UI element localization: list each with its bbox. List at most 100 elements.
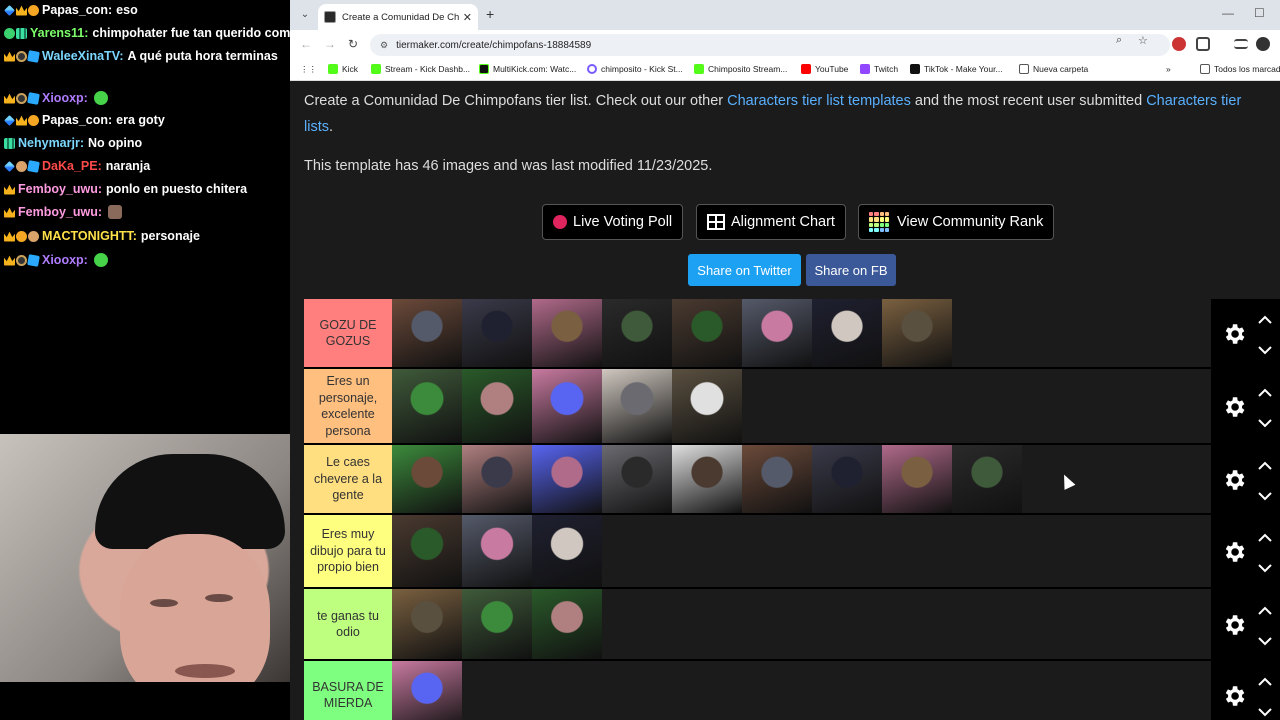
- tier-image-tile[interactable]: [602, 299, 672, 367]
- tier-label[interactable]: te ganas tu odio: [304, 589, 392, 659]
- tier-items[interactable]: [392, 661, 1210, 720]
- tier-image-tile[interactable]: [462, 369, 532, 443]
- chevron-down-icon[interactable]: [1257, 704, 1273, 717]
- tier-image-tile[interactable]: [532, 589, 602, 659]
- tier-image-tile[interactable]: [602, 369, 672, 443]
- tier-image-tile[interactable]: [812, 299, 882, 367]
- tier-image-tile[interactable]: [882, 445, 952, 513]
- profile-avatar-icon[interactable]: [1256, 37, 1270, 51]
- tier-image-tile[interactable]: [812, 445, 882, 513]
- tier-label[interactable]: GOZU DE GOZUS: [304, 299, 392, 367]
- zoom-icon[interactable]: ⌕: [1116, 34, 1122, 47]
- tier-image-tile[interactable]: [532, 445, 602, 513]
- tier-image-tile[interactable]: [952, 445, 1022, 513]
- tier-label[interactable]: Eres un personaje, excelente persona: [304, 369, 392, 443]
- tier-image-tile[interactable]: [602, 445, 672, 513]
- bookmark-youtube[interactable]: YouTube: [801, 64, 848, 74]
- tier-image-tile[interactable]: [392, 661, 462, 720]
- chat-username[interactable]: WaleeXinaTV:: [42, 49, 124, 63]
- live-voting-poll-button[interactable]: Live Voting Poll: [542, 204, 684, 240]
- bookmark-tiktok[interactable]: TikTok - Make Your...: [910, 64, 1003, 74]
- chat-username[interactable]: DaKa_PE:: [42, 159, 102, 173]
- tier-image-tile[interactable]: [742, 445, 812, 513]
- gear-icon[interactable]: [1221, 539, 1247, 565]
- apps-grid-icon[interactable]: ⋮⋮: [300, 64, 317, 75]
- tier-image-tile[interactable]: [392, 589, 462, 659]
- chat-username[interactable]: Femboy_uwu:: [18, 205, 102, 219]
- chevron-up-icon[interactable]: [1257, 530, 1273, 542]
- tier-image-tile[interactable]: [742, 299, 812, 367]
- chevron-up-icon[interactable]: [1257, 674, 1273, 686]
- back-icon[interactable]: ←: [300, 37, 312, 51]
- chat-username[interactable]: Nehymarjr:: [18, 136, 84, 150]
- chevron-up-icon[interactable]: [1257, 312, 1273, 324]
- tier-image-tile[interactable]: [392, 445, 462, 513]
- chat-username[interactable]: Papas_con:: [42, 3, 112, 17]
- chevron-up-icon[interactable]: [1257, 385, 1273, 397]
- tier-items[interactable]: [392, 369, 1210, 443]
- tier-image-tile[interactable]: [532, 515, 602, 587]
- chevron-down-icon[interactable]: [1257, 560, 1273, 573]
- tier-label[interactable]: Eres muy dibujo para tu propio bien: [304, 515, 392, 587]
- alignment-chart-button[interactable]: Alignment Chart: [696, 204, 846, 240]
- characters-templates-link[interactable]: Characters tier list templates: [727, 93, 911, 109]
- bookmark-chimposito-stream[interactable]: Chimposito Stream...: [694, 64, 787, 74]
- address-bar[interactable]: ⚙ tiermaker.com/create/chimpofans-188845…: [370, 34, 1170, 56]
- gear-icon[interactable]: [1221, 321, 1247, 347]
- tab-active[interactable]: Create a Comunidad De Chimp ✕: [318, 4, 478, 30]
- view-community-rank-button[interactable]: View Community Rank: [858, 204, 1055, 240]
- bookmarks-overflow-icon[interactable]: »: [1166, 64, 1171, 74]
- tier-image-tile[interactable]: [672, 369, 742, 443]
- bookmark-star-icon[interactable]: ☆: [1138, 34, 1148, 47]
- tier-label[interactable]: BASURA DE MIERDA: [304, 661, 392, 720]
- tier-image-tile[interactable]: [672, 299, 742, 367]
- reload-icon[interactable]: ↻: [348, 37, 358, 51]
- tab-search-icon[interactable]: ⌄: [296, 6, 314, 24]
- reading-list-icon[interactable]: [1234, 39, 1248, 49]
- tab-close-icon[interactable]: ✕: [463, 11, 472, 24]
- chevron-up-icon[interactable]: [1257, 603, 1273, 615]
- chevron-down-icon[interactable]: [1257, 633, 1273, 646]
- extension-icon[interactable]: [1172, 37, 1186, 51]
- gear-icon[interactable]: [1221, 612, 1247, 638]
- bookmark-all-folder[interactable]: Todos los marcad: [1200, 64, 1280, 74]
- tier-image-tile[interactable]: [532, 369, 602, 443]
- new-tab-icon[interactable]: +: [486, 6, 494, 22]
- tier-image-tile[interactable]: [392, 369, 462, 443]
- forward-icon[interactable]: →: [324, 37, 336, 51]
- chat-username[interactable]: MACTONIGHTT:: [42, 229, 137, 243]
- share-facebook-button[interactable]: Share on FB: [806, 254, 896, 286]
- chevron-down-icon[interactable]: [1257, 488, 1273, 501]
- gear-icon[interactable]: [1221, 683, 1247, 709]
- tier-image-tile[interactable]: [462, 589, 532, 659]
- chevron-down-icon[interactable]: [1257, 415, 1273, 428]
- maximize-icon[interactable]: ☐: [1254, 6, 1265, 20]
- bookmark-twitch[interactable]: Twitch: [860, 64, 898, 74]
- minimize-icon[interactable]: —: [1222, 6, 1234, 20]
- chat-username[interactable]: Xiooxp:: [42, 91, 88, 105]
- tier-image-tile[interactable]: [532, 299, 602, 367]
- tier-items[interactable]: [392, 515, 1210, 587]
- site-info-icon[interactable]: ⚙: [380, 40, 388, 51]
- gear-icon[interactable]: [1221, 467, 1247, 493]
- tier-image-tile[interactable]: [672, 445, 742, 513]
- extensions-puzzle-icon[interactable]: [1196, 37, 1210, 51]
- bookmark-stream-dashboard[interactable]: Stream - Kick Dashb...: [371, 64, 470, 74]
- tier-label[interactable]: Le caes chevere a la gente: [304, 445, 392, 513]
- chat-username[interactable]: Xiooxp:: [42, 253, 88, 267]
- share-twitter-button[interactable]: Share on Twitter: [688, 254, 801, 286]
- tier-image-tile[interactable]: [462, 515, 532, 587]
- bookmark-multikick[interactable]: MultiKick.com: Watc...: [479, 64, 576, 74]
- chat-username[interactable]: Papas_con:: [42, 113, 112, 127]
- tier-items[interactable]: [392, 589, 1210, 659]
- chat-username[interactable]: Femboy_uwu:: [18, 182, 102, 196]
- chevron-up-icon[interactable]: [1257, 458, 1273, 470]
- bookmark-chimposito-kick[interactable]: chimposito - Kick St...: [587, 64, 683, 74]
- tier-image-tile[interactable]: [392, 515, 462, 587]
- tier-image-tile[interactable]: [392, 299, 462, 367]
- tier-items[interactable]: [392, 445, 1210, 513]
- tier-image-tile[interactable]: [882, 299, 952, 367]
- tier-image-tile[interactable]: [462, 299, 532, 367]
- bookmark-folder[interactable]: Nueva carpeta: [1019, 64, 1088, 74]
- chevron-down-icon[interactable]: [1257, 342, 1273, 355]
